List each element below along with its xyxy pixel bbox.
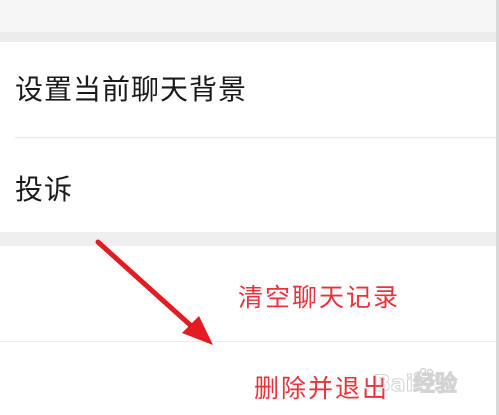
watermark-text: Bai经验 bbox=[374, 371, 457, 397]
baidu-paw-logo-icon: Bai经验 bbox=[374, 367, 458, 398]
arrow-pointer-icon bbox=[95, 239, 213, 345]
baidu-watermark: Bai经验 bbox=[372, 364, 497, 398]
